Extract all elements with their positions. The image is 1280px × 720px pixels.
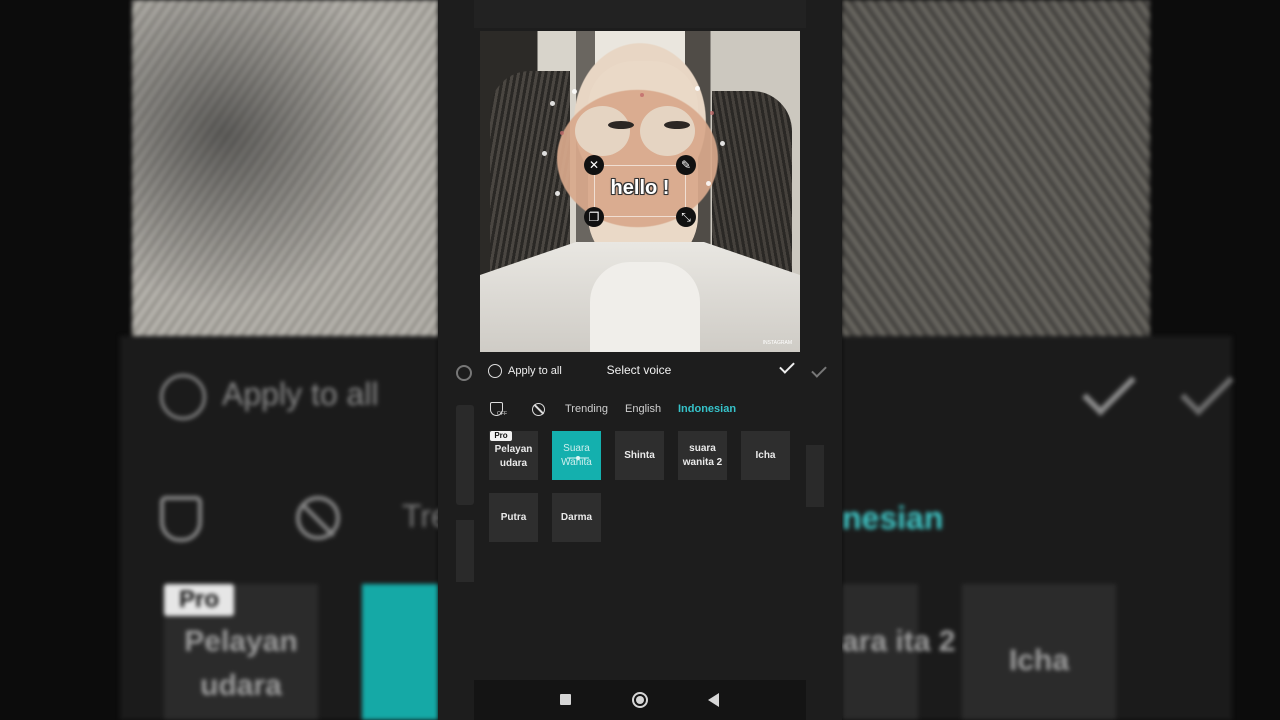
sprinkle	[560, 131, 564, 135]
ban-icon[interactable]	[532, 403, 545, 416]
panel-title: Select voice	[606, 363, 672, 377]
apply-to-all-radio[interactable]	[488, 364, 502, 378]
sprinkle	[706, 181, 711, 186]
video-frame: Apply to all Tre Pro Pelayan udara nesia…	[0, 0, 1280, 720]
background-tile-icha-label: Icha	[1008, 644, 1070, 677]
background-pro-badge: Pro	[164, 584, 234, 616]
sprinkle	[550, 101, 555, 106]
background-tab-indonesian: nesian	[842, 500, 944, 536]
resize-icon[interactable]: ⤡	[676, 207, 696, 227]
tab-trending[interactable]: Trending	[565, 403, 608, 415]
check-icon[interactable]	[779, 358, 795, 374]
voice-label: suara wanita 2	[682, 442, 723, 468]
background-tile-pelayan-label: Pelayan udara	[184, 625, 298, 702]
photo-shirt	[590, 262, 700, 352]
ghost-check-icon	[811, 362, 827, 378]
pretzel-hole-right	[640, 106, 695, 156]
voice-label: Putra	[500, 511, 527, 523]
watermark: INSTAGRAM	[762, 340, 792, 346]
close-icon[interactable]: ✕	[584, 155, 604, 175]
background-tile-partial-label: ara ita 2	[842, 625, 956, 658]
background-tile-selected	[362, 584, 438, 720]
pretzel-hole-left	[575, 106, 630, 156]
pencil-icon[interactable]: ✎	[676, 155, 696, 175]
voice-tile-suara-wanita-2[interactable]: suara wanita 2	[678, 431, 727, 480]
ghost-circle	[456, 365, 472, 381]
status-area	[474, 0, 806, 28]
background-apply-circle	[160, 374, 206, 420]
home-icon[interactable]	[632, 692, 648, 708]
background-ban-icon	[296, 496, 340, 540]
voice-tile-putra[interactable]: Putra	[489, 493, 538, 542]
voice-tile-shinta[interactable]: Shinta	[615, 431, 664, 480]
voice-label: Icha	[755, 449, 776, 461]
background-photo-right	[842, 0, 1150, 336]
pro-badge: Pro	[490, 431, 512, 441]
phone-screen: hello ! ✕ ✎ ❐ ⤡ INSTAGRAM Apply to all S…	[438, 0, 842, 720]
sprinkle	[555, 191, 560, 196]
voice-label: Pelayan udara	[494, 443, 533, 469]
background-shield-icon	[160, 496, 202, 542]
apply-to-all-label[interactable]: Apply to all	[508, 365, 562, 377]
ghost-panel-left-lower	[456, 520, 474, 582]
voice-label: Darma	[560, 511, 593, 523]
background-apply-text: Apply to all	[222, 376, 379, 412]
sprinkle	[640, 93, 644, 97]
waveform-icon	[567, 456, 589, 460]
sprinkle	[720, 141, 725, 146]
tab-english[interactable]: English	[625, 403, 661, 415]
video-preview[interactable]: hello ! ✕ ✎ ❐ ⤡ INSTAGRAM	[480, 31, 800, 352]
voice-tile-darma[interactable]: Darma	[552, 493, 601, 542]
sprinkle	[695, 86, 700, 91]
voice-tile-icha[interactable]: Icha	[741, 431, 790, 480]
shield-off-label: OFF	[497, 411, 507, 417]
sprinkle	[710, 111, 714, 115]
pretzel-sticker[interactable]	[535, 71, 740, 246]
ghost-panel-right	[806, 445, 824, 507]
background-photo-left	[132, 0, 438, 336]
copy-icon[interactable]: ❐	[584, 207, 604, 227]
tab-indonesian[interactable]: Indonesian	[678, 403, 736, 415]
recents-icon[interactable]	[560, 694, 571, 705]
sprinkle	[572, 89, 577, 94]
photo-eye-left	[608, 121, 634, 129]
photo-eye-right	[664, 121, 690, 129]
back-icon[interactable]	[708, 693, 719, 707]
overlay-text[interactable]: hello !	[594, 177, 686, 200]
voice-label: Shinta	[624, 449, 655, 461]
ghost-panel-left	[456, 405, 474, 505]
sprinkle	[542, 151, 547, 156]
